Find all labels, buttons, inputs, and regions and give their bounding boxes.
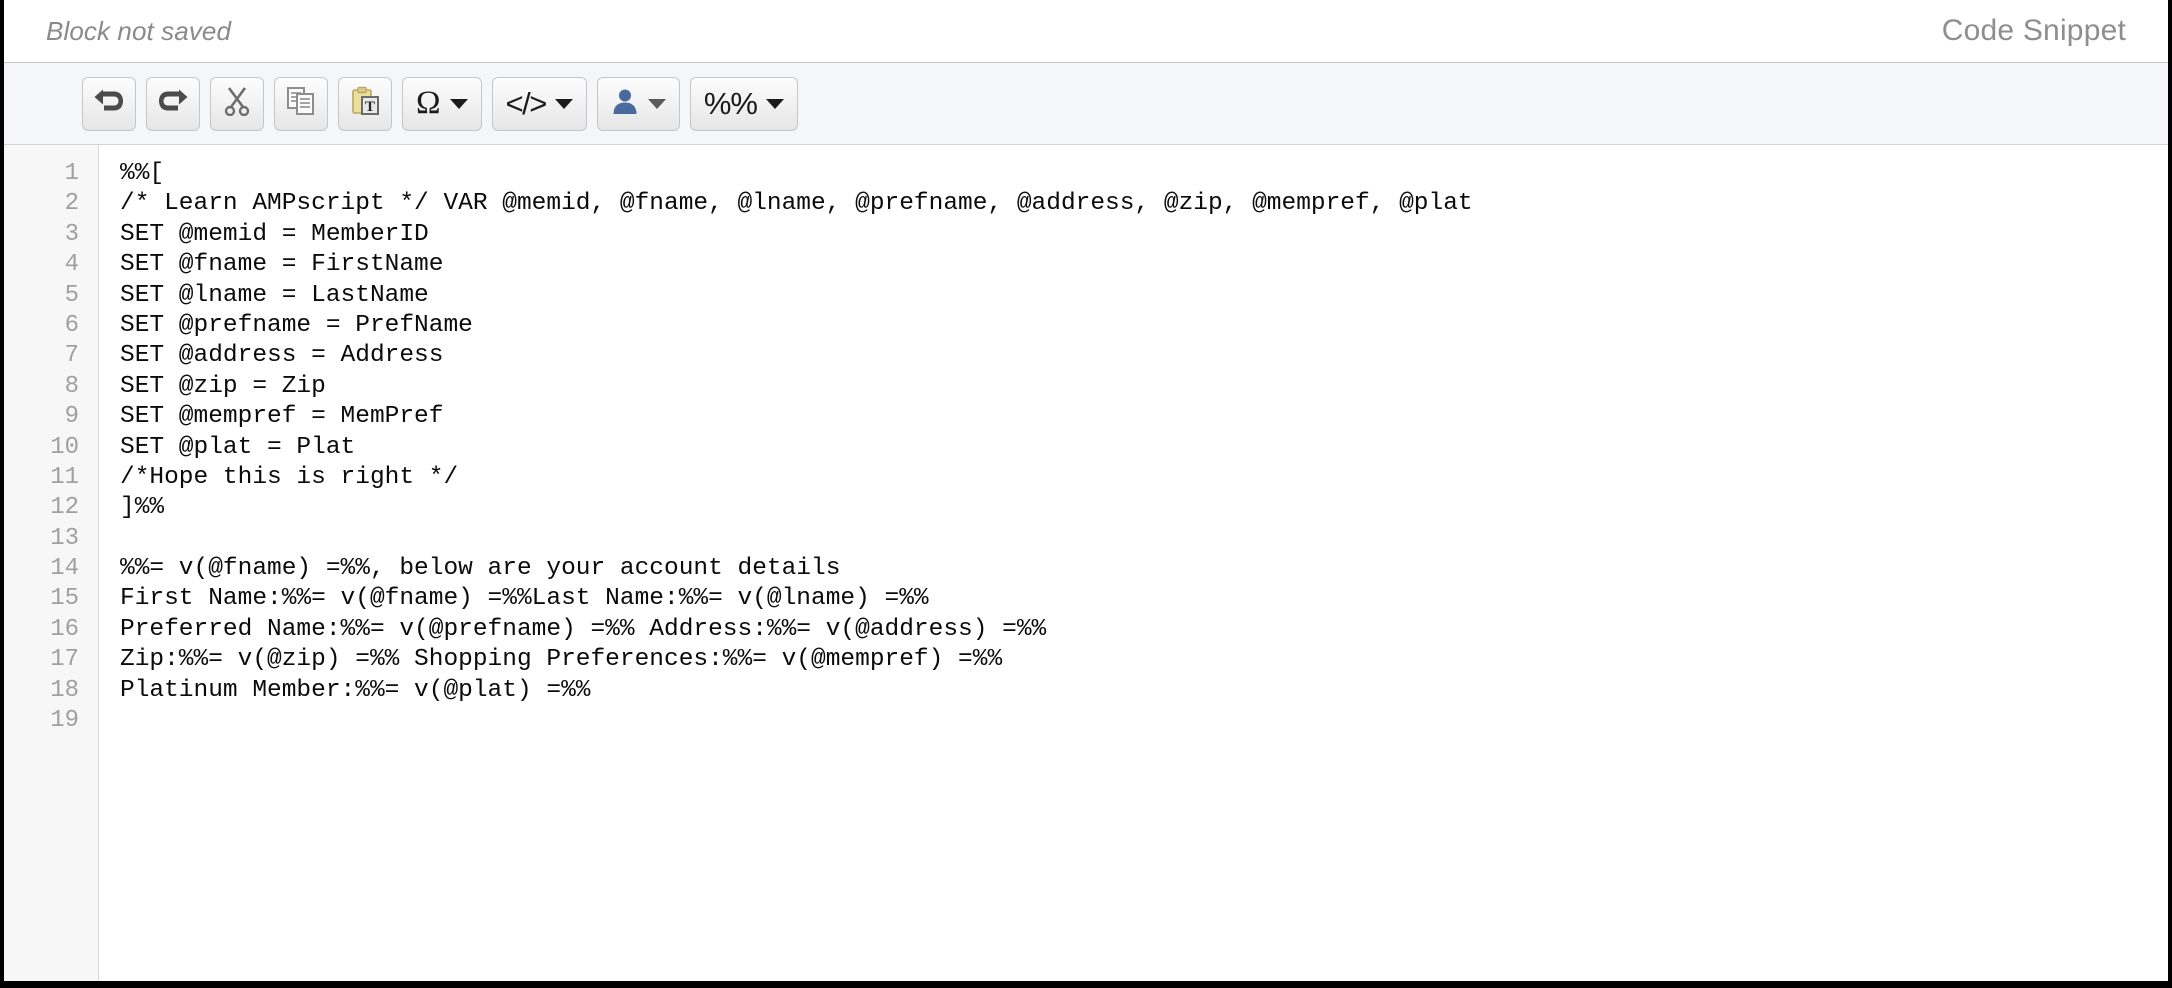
line-number: 16 [50,615,79,643]
percent-percent-icon: %% [703,86,758,121]
copy-documents-icon [286,86,316,121]
line-number: 10 [50,433,79,461]
line-number: 13 [50,524,79,552]
line-number: 18 [50,676,79,704]
code-line[interactable]: First Name:%%= v(@fname) =%%Last Name:%%… [120,584,2168,614]
personalization-button[interactable] [596,76,680,131]
code-content[interactable]: %%[/* Learn AMPscript */ VAR @memid, @fn… [99,145,2168,981]
line-number: 6 [64,311,79,339]
chevron-down-icon [554,98,573,109]
copy-button[interactable] [274,76,328,131]
code-line[interactable]: Zip:%%= v(@zip) =%% Shopping Preferences… [120,645,2168,675]
clipboard-text-icon: T [350,86,380,121]
svg-text:T: T [365,99,375,115]
code-line[interactable]: SET @plat = Plat [120,433,2168,463]
line-number: 9 [64,403,79,431]
line-number: 2 [64,190,79,218]
code-line[interactable] [120,524,2168,554]
line-number: 3 [64,220,79,248]
line-number: 7 [64,342,79,370]
line-number: 14 [50,555,79,583]
chevron-down-icon [449,98,468,109]
line-number: 15 [50,585,79,613]
redo-arrow-icon [158,88,188,119]
chevron-down-icon [766,98,784,109]
editor-toolbar: T Ω </> %% [4,63,2168,145]
code-line[interactable]: SET @fname = FirstName [120,250,2168,280]
ampscript-button[interactable]: %% [689,76,798,131]
code-line[interactable]: ]%% [120,493,2168,523]
cut-button[interactable] [210,76,264,131]
code-line[interactable]: Platinum Member:%%= v(@plat) =%% [120,676,2168,706]
code-line[interactable]: SET @memid = MemberID [120,220,2168,250]
code-line[interactable]: SET @zip = Zip [120,372,2168,402]
special-characters-button[interactable]: Ω [402,76,482,131]
code-line[interactable]: %%= v(@fname) =%%, below are your accoun… [120,554,2168,584]
line-number: 17 [50,646,79,674]
omega-icon: Ω [416,85,441,121]
undo-button[interactable] [82,76,136,131]
code-line[interactable]: SET @address = Address [120,341,2168,371]
editor-header: Block not saved Code Snippet [4,0,2168,63]
redo-button[interactable] [146,76,200,131]
code-line[interactable]: Preferred Name:%%= v(@prefname) =%% Addr… [120,615,2168,645]
line-number: 12 [50,494,79,522]
code-line[interactable]: SET @mempref = MemPref [120,402,2168,432]
line-number: 8 [64,372,79,400]
source-code-button[interactable]: </> [491,76,587,131]
line-number: 19 [50,707,79,735]
code-line[interactable]: /* Learn AMPscript */ VAR @memid, @fname… [120,189,2168,219]
line-number: 4 [64,251,79,279]
code-line[interactable]: %%[ [120,159,2168,189]
code-line[interactable] [120,706,2168,736]
page-title: Code Snippet [1941,14,2126,47]
code-line[interactable]: /*Hope this is right */ [120,463,2168,493]
code-line[interactable]: SET @lname = LastName [120,281,2168,311]
chevron-down-icon [647,98,666,109]
person-icon [611,87,639,120]
code-editor[interactable]: 1 2 3 4 5 6 7 8 9 10 11 12 13 14 15 16 17 18 19 %%[/* Lear… [4,145,2168,981]
line-number-gutter: 1 2 3 4 5 6 7 8 9 10 11 12 13 14 15 16 17 18 19 [4,145,99,981]
line-number: 5 [64,281,79,309]
code-line[interactable]: SET @prefname = PrefName [120,311,2168,341]
paste-as-text-button[interactable]: T [338,76,392,131]
code-snippet-editor: Block not saved Code Snippet T Ω </> %% … [0,0,2172,988]
scissors-icon [223,86,251,121]
block-save-status: Block not saved [46,15,232,46]
line-number: 11 [50,463,79,491]
undo-arrow-icon [94,88,124,119]
code-brackets-icon: </> [505,86,548,121]
line-number: 1 [64,160,79,187]
